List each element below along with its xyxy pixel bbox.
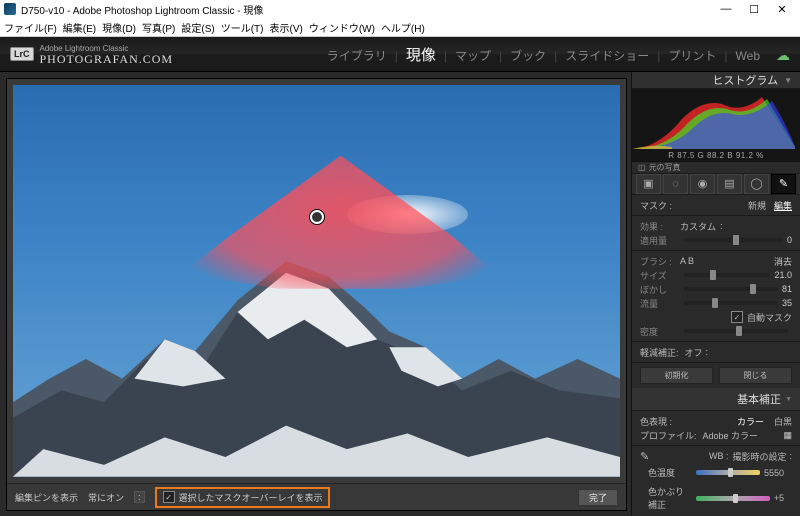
tab-print[interactable]: プリント: [668, 47, 716, 64]
temp-label: 色温度: [648, 466, 692, 479]
brush-tool-icon[interactable]: ✎: [771, 174, 796, 194]
tab-web[interactable]: Web: [736, 49, 760, 63]
chevron-down-icon: ▼: [784, 76, 792, 85]
tint-label: 色かぶり補正: [648, 485, 692, 511]
brand-name: PHOTOGRAFAN.COM: [40, 54, 174, 64]
mask-new[interactable]: 新規: [748, 199, 766, 212]
mask-label: マスク :: [640, 199, 672, 212]
brush-density-label: 密度: [640, 325, 680, 338]
menu-help[interactable]: ヘルプ(H): [381, 20, 425, 35]
feather-dropdown-icon[interactable]: :: [706, 347, 709, 357]
menu-view[interactable]: 表示(V): [269, 20, 302, 35]
image-canvas[interactable]: [13, 85, 620, 477]
automask-label: 自動マスク: [747, 311, 792, 324]
edit-pin-mode[interactable]: 常にオン: [88, 491, 124, 504]
brush-feather-value: 81: [782, 284, 792, 294]
brush-feather-slider[interactable]: [684, 287, 778, 291]
tab-book[interactable]: ブック: [510, 47, 546, 64]
feather-amt-mode[interactable]: オフ: [685, 346, 703, 359]
tab-library[interactable]: ライブラリ: [327, 47, 387, 64]
automask-checkbox[interactable]: ✓: [731, 311, 743, 323]
brush-size-label: サイズ: [640, 269, 680, 282]
brush-flow-label: 流量: [640, 297, 680, 310]
mask-overlay-checkbox[interactable]: ✓: [163, 491, 175, 503]
opacity-slider[interactable]: [684, 238, 783, 242]
tool-strip: ▣ ◌ ◉ ▤ ◯ ✎: [632, 174, 800, 195]
minimize-button[interactable]: —: [712, 3, 740, 15]
brush-feather-label: ぼかし: [640, 283, 680, 296]
tab-map[interactable]: マップ: [455, 47, 491, 64]
brush-density-slider[interactable]: [684, 329, 788, 333]
histogram[interactable]: R 87.5 G 88.2 B 91.2 %: [632, 89, 800, 162]
redeye-tool-icon[interactable]: ◉: [690, 174, 715, 194]
brand: Adobe Lightroom Classic PHOTOGRAFAN.COM: [40, 44, 174, 64]
eyedropper-icon[interactable]: ✎: [640, 450, 649, 463]
brush-flow-slider[interactable]: [684, 301, 778, 305]
histogram-readout: R 87.5 G 88.2 B 91.2 %: [632, 151, 800, 160]
gradient-tool-icon[interactable]: ▤: [717, 174, 742, 194]
original-photo-label[interactable]: 元の写真: [649, 162, 681, 173]
done-button[interactable]: 完了: [578, 489, 618, 506]
app-icon: [4, 3, 16, 15]
window-title: D750-v10 - Adobe Photoshop Lightroom Cla…: [21, 2, 712, 17]
basic-panel-header[interactable]: 基本補正 ▼: [632, 388, 800, 411]
brush-erase[interactable]: 消去: [774, 255, 792, 268]
menu-photo[interactable]: 写真(P): [142, 20, 175, 35]
brush-close-button[interactable]: 閉じる: [719, 367, 792, 384]
pin-mode-dropdown[interactable]: :: [134, 491, 145, 503]
spot-tool-icon[interactable]: ◌: [663, 174, 688, 194]
module-tabs: ライブラリ| 現像| マップ| ブック| スライドショー| プリント| Web …: [327, 44, 790, 65]
temp-slider[interactable]: [696, 470, 760, 475]
temp-value: 5550: [764, 468, 784, 478]
tab-develop[interactable]: 現像: [406, 44, 436, 65]
menu-develop[interactable]: 現像(D): [102, 20, 136, 35]
treatment-label: 色表現 :: [640, 415, 672, 428]
tab-slideshow[interactable]: スライドショー: [565, 47, 649, 64]
chevron-down-icon: ▼: [785, 396, 792, 403]
effect-preset[interactable]: カスタム: [680, 220, 716, 233]
brush-flow-value: 35: [782, 298, 792, 308]
effect-label: 効果 :: [640, 220, 680, 233]
brush-size-slider[interactable]: [684, 273, 770, 277]
profile-value[interactable]: Adobe カラー: [703, 429, 759, 442]
lrc-badge: LrC: [10, 47, 34, 61]
tint-value: +5: [774, 493, 784, 503]
radial-tool-icon[interactable]: ◯: [744, 174, 769, 194]
profile-label: プロファイル:: [640, 429, 697, 442]
treatment-bw[interactable]: 白黒: [774, 415, 792, 428]
edit-pin-label: 編集ピンを表示: [15, 491, 78, 504]
brush-ab[interactable]: A B: [680, 256, 694, 266]
histogram-panel-header[interactable]: ヒストグラム ▼: [632, 72, 800, 89]
cloud-sync-icon[interactable]: ☁: [776, 47, 790, 64]
wb-label: WB :: [709, 451, 729, 461]
menu-window[interactable]: ウィンドウ(W): [309, 20, 375, 35]
feather-amt-label: 軽減補正:: [640, 346, 679, 359]
tint-slider[interactable]: [696, 496, 770, 501]
close-button[interactable]: ✕: [768, 3, 796, 16]
brush-size-value: 21.0: [774, 270, 792, 280]
profile-browse-icon[interactable]: ▦: [783, 430, 792, 441]
menu-settings[interactable]: 設定(S): [181, 20, 214, 35]
opacity-value: 0: [787, 235, 792, 245]
brush-reset-button[interactable]: 初期化: [640, 367, 713, 384]
mask-overlay-label: 選択したマスクオーバーレイを表示: [179, 491, 323, 504]
menu-file[interactable]: ファイル(F): [4, 20, 57, 35]
treatment-color[interactable]: カラー: [737, 415, 764, 428]
maximize-button[interactable]: ☐: [740, 3, 768, 16]
opacity-label: 適用量: [640, 234, 680, 247]
brush-label: ブラシ :: [640, 255, 680, 268]
wb-dropdown-icon[interactable]: :: [789, 451, 792, 461]
crop-tool-icon[interactable]: ▣: [636, 174, 661, 194]
mask-overlay-toggle[interactable]: ✓ 選択したマスクオーバーレイを表示: [155, 487, 331, 508]
menubar: ファイル(F) 編集(E) 現像(D) 写真(P) 設定(S) ツール(T) 表…: [0, 18, 800, 37]
wb-value[interactable]: 撮影時の設定: [732, 450, 786, 463]
effect-dropdown-icon[interactable]: :: [720, 221, 723, 231]
menu-tools[interactable]: ツール(T): [221, 20, 264, 35]
menu-edit[interactable]: 編集(E): [63, 20, 96, 35]
mask-edit[interactable]: 編集: [774, 199, 792, 212]
